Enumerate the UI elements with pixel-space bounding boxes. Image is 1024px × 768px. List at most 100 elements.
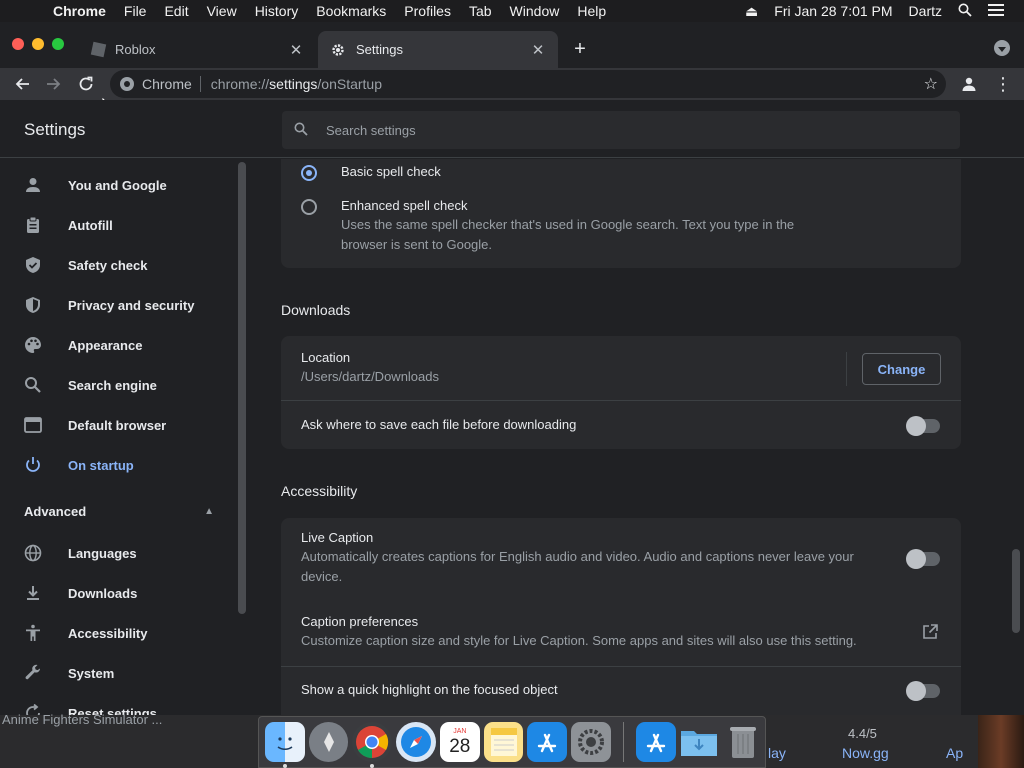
sidebar-item-label: System <box>68 665 115 681</box>
address-bar[interactable]: Chrome chrome://settings/onStartup ☆ <box>110 70 946 98</box>
sidebar-item-default-browser[interactable]: Default browser <box>0 405 236 445</box>
focus-highlight-label: Show a quick highlight on the focused ob… <box>301 682 558 697</box>
new-tab-button[interactable]: + <box>568 38 592 61</box>
enhanced-spellcheck-radio[interactable] <box>301 199 317 215</box>
accessibility-card: Live Caption Automatically creates capti… <box>281 518 961 715</box>
tab-title: Settings <box>356 42 403 57</box>
tab-close-icon[interactable]: ✕ <box>288 41 304 59</box>
more-menu-icon[interactable]: ⋮ <box>994 72 1012 96</box>
reload-button[interactable] <box>70 70 102 98</box>
tab-search-icon[interactable] <box>994 40 1010 56</box>
download-location-row: Location /Users/dartz/Downloads <box>301 350 439 387</box>
menubar-user[interactable]: Dartz <box>901 3 950 19</box>
sidebar-item-label: Autofill <box>68 217 113 233</box>
bookmark-star-icon[interactable]: ☆ <box>924 74 938 94</box>
basic-spellcheck-radio[interactable] <box>301 165 317 181</box>
site-chip[interactable]: Chrome <box>142 76 201 92</box>
sidebar-item-languages[interactable]: Languages <box>0 533 236 573</box>
dock-separator <box>622 722 624 762</box>
sidebar-item-appearance[interactable]: Appearance <box>0 325 236 365</box>
sidebar-item-downloads[interactable]: Downloads <box>0 573 236 613</box>
tab-settings[interactable]: Settings ✕ <box>318 31 558 68</box>
menu-file[interactable]: File <box>115 3 156 19</box>
gear-icon <box>330 42 346 58</box>
profile-avatar-icon[interactable] <box>958 73 980 95</box>
menubar-clock[interactable]: Fri Jan 28 7:01 PM <box>766 3 900 19</box>
chrome-icon[interactable] <box>352 722 393 768</box>
clipboard-icon <box>0 216 68 234</box>
eject-icon[interactable]: ⏏ <box>737 3 766 20</box>
trash-icon[interactable] <box>723 722 763 762</box>
search-icon <box>294 122 316 139</box>
browser-toolbar: Chrome chrome://settings/onStartup ☆ ⋮ <box>0 68 1024 100</box>
finder-icon[interactable] <box>265 722 305 768</box>
external-link-icon[interactable] <box>922 624 938 645</box>
calendar-month: JAN <box>453 727 467 735</box>
spotlight-search-icon[interactable] <box>950 3 980 20</box>
sidebar-item-autofill[interactable]: Autofill <box>0 205 236 245</box>
forward-button[interactable] <box>38 70 70 98</box>
menu-window[interactable]: Window <box>501 3 569 19</box>
sidebar-item-accessibility[interactable]: Accessibility <box>0 613 236 653</box>
window-controls <box>12 38 64 50</box>
sidebar-item-on-startup[interactable]: On startup <box>0 445 236 485</box>
focus-highlight-toggle[interactable] <box>906 681 940 701</box>
caption-preferences-row[interactable]: Caption preferences Customize caption si… <box>301 614 901 651</box>
app-store-icon[interactable] <box>527 722 568 762</box>
back-button[interactable] <box>6 70 38 98</box>
zoom-window-button[interactable] <box>52 38 64 50</box>
sidebar-item-system[interactable]: System <box>0 653 236 693</box>
menu-profiles[interactable]: Profiles <box>395 3 460 19</box>
background-photo <box>978 715 1024 768</box>
sidebar-item-label: You and Google <box>68 177 167 193</box>
running-indicator <box>370 764 375 768</box>
advanced-toggle[interactable]: Advanced ▲ <box>24 504 214 520</box>
sidebar-item-you-and-google[interactable]: You and Google <box>0 165 236 205</box>
live-caption-toggle[interactable] <box>906 549 940 569</box>
menu-help[interactable]: Help <box>568 3 615 19</box>
menu-bookmarks[interactable]: Bookmarks <box>307 3 395 19</box>
sidebar-item-privacy-and-security[interactable]: Privacy and security <box>0 285 236 325</box>
basic-spellcheck-option[interactable]: Basic spell check <box>301 164 441 181</box>
sidebar-item-search-engine[interactable]: Search engine <box>0 365 236 405</box>
tab-close-icon[interactable]: ✕ <box>530 41 546 59</box>
enhanced-spellcheck-option[interactable]: Enhanced spell check Uses the same spell… <box>301 198 794 255</box>
tab-roblox[interactable]: Roblox ✕ <box>80 31 316 68</box>
chevron-up-icon: ▲ <box>204 506 214 517</box>
sidebar-item-label: Safety check <box>68 257 148 273</box>
accessibility-icon <box>0 624 68 642</box>
app-store-installer-icon[interactable] <box>635 722 676 762</box>
location-label: Location <box>301 350 351 365</box>
sidebar-scrollbar[interactable] <box>238 162 246 614</box>
menu-tab[interactable]: Tab <box>460 3 501 19</box>
chrome-page-icon <box>120 77 134 91</box>
menu-app-name[interactable]: Chrome <box>44 3 115 19</box>
menu-edit[interactable]: Edit <box>155 3 197 19</box>
advanced-label: Advanced <box>24 504 87 519</box>
menu-view[interactable]: View <box>198 3 246 19</box>
calendar-icon[interactable]: JAN 28 <box>439 722 480 762</box>
divider <box>281 400 961 401</box>
safari-icon[interactable] <box>396 722 436 762</box>
main-scrollbar[interactable] <box>1012 549 1020 633</box>
launchpad-icon[interactable] <box>308 722 349 762</box>
shield-icon <box>0 296 68 314</box>
menu-history[interactable]: History <box>246 3 308 19</box>
search-settings-input[interactable]: Search settings <box>282 111 960 149</box>
system-preferences-icon[interactable] <box>571 722 611 762</box>
close-window-button[interactable] <box>12 38 24 50</box>
play-text: lay <box>768 745 786 761</box>
browser-icon <box>0 416 68 434</box>
ask-where-to-save-toggle[interactable] <box>906 416 940 436</box>
downloads-folder-icon[interactable] <box>680 722 720 762</box>
sidebar-item-safety-check[interactable]: Safety check <box>0 245 236 285</box>
control-center-icon[interactable] <box>980 3 1012 20</box>
change-location-button[interactable]: Change <box>862 353 941 385</box>
sidebar-item-label: Default browser <box>68 417 167 433</box>
person-icon <box>0 176 68 194</box>
nowgg-link[interactable]: Now.gg <box>842 745 889 761</box>
macos-menu-bar: Chrome File Edit View History Bookmarks … <box>0 0 1024 22</box>
notes-icon[interactable] <box>483 722 524 762</box>
macos-dock: JAN 28 <box>258 716 766 768</box>
minimize-window-button[interactable] <box>32 38 44 50</box>
